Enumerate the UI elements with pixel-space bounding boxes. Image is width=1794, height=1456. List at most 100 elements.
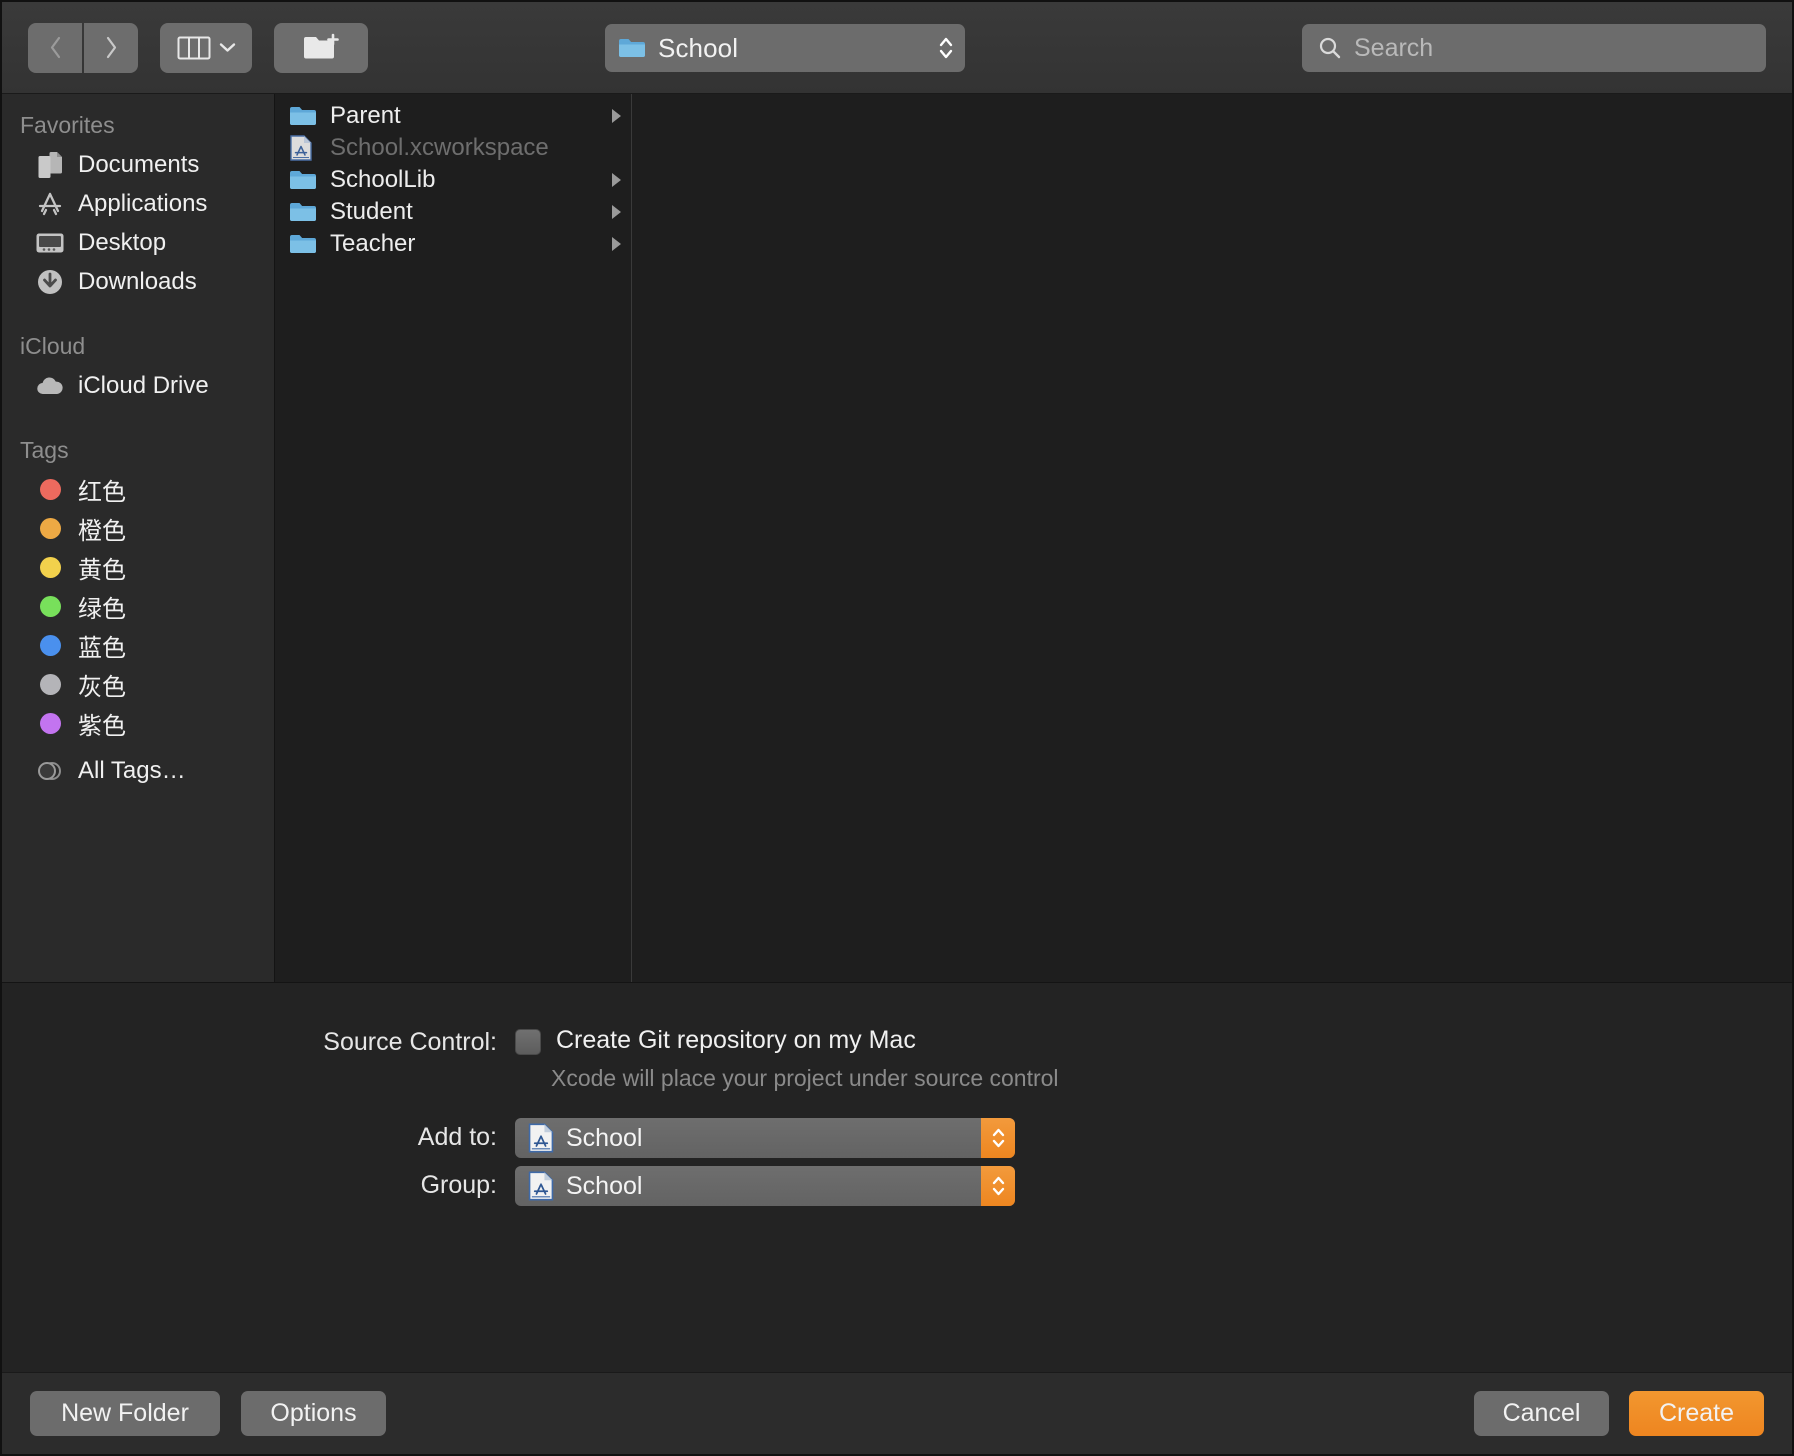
add-to-stepper[interactable]	[981, 1118, 1015, 1158]
bottom-button-bar: New Folder Options Cancel Create	[2, 1372, 1792, 1454]
tag-dot-icon	[34, 514, 66, 544]
sidebar-all-tags[interactable]: All Tags…	[2, 751, 274, 790]
icloud-drive-icon	[34, 371, 66, 401]
create-git-repository-checkbox[interactable]	[515, 1029, 541, 1055]
xcode-project-icon	[528, 1123, 554, 1153]
group-stepper[interactable]	[981, 1166, 1015, 1206]
stepper-chevrons-icon	[992, 1128, 1004, 1148]
accessory-panel: Source Control: Create Git repository on…	[2, 982, 1792, 1372]
stepper-chevrons-icon	[992, 1176, 1004, 1196]
search-field[interactable]: Search	[1302, 24, 1766, 72]
file-row-student[interactable]: Student	[275, 196, 631, 228]
sidebar-item-downloads[interactable]: Downloads	[2, 262, 274, 301]
group-value: School	[566, 1171, 643, 1200]
file-row-name: Teacher	[330, 230, 416, 257]
sidebar-tag-purple[interactable]: 紫色	[2, 704, 274, 743]
sidebar-item-label: iCloud Drive	[78, 371, 209, 399]
sidebar-all-tags-label: All Tags…	[78, 756, 186, 784]
sidebar-section-tags-title: Tags	[20, 437, 69, 463]
column-browser: Parent School.xcworkspace SchoolLib Stud…	[275, 94, 1792, 982]
options-button[interactable]: Options	[241, 1391, 386, 1436]
sidebar-tag-gray[interactable]: 灰色	[2, 665, 274, 704]
sidebar-tag-label: 紫色	[78, 713, 126, 740]
file-row-name: School.xcworkspace	[330, 134, 549, 161]
chevron-down-icon	[219, 43, 235, 52]
folder-icon	[289, 167, 319, 193]
sidebar-tag-label: 橙色	[78, 518, 126, 545]
save-panel-dialog: School Search Favorites Documents Applic…	[0, 0, 1794, 1456]
back-button[interactable]	[28, 22, 82, 73]
sidebar-tag-label: 蓝色	[78, 635, 126, 662]
sidebar-item-applications[interactable]: Applications	[2, 184, 274, 223]
chevron-left-icon	[50, 36, 60, 59]
source-control-hint: Xcode will place your project under sour…	[551, 1065, 1059, 1091]
add-to-row: Add to: School	[2, 1118, 1792, 1158]
sidebar-tag-blue[interactable]: 蓝色	[2, 626, 274, 665]
view-mode-button[interactable]	[160, 22, 252, 73]
file-row-name: Parent	[330, 102, 401, 129]
sidebar-tag-green[interactable]: 绿色	[2, 587, 274, 626]
add-to-popup-button[interactable]: School	[515, 1118, 1015, 1158]
file-row-schoollib[interactable]: SchoolLib	[275, 164, 631, 196]
cancel-button[interactable]: Cancel	[1474, 1391, 1609, 1436]
sidebar-item-desktop[interactable]: Desktop	[2, 223, 274, 262]
sidebar-tag-red[interactable]: 红色	[2, 470, 274, 509]
sidebar-item-label: Desktop	[78, 228, 167, 256]
forward-button[interactable]	[84, 22, 138, 73]
path-popup-button[interactable]: School	[605, 24, 965, 72]
sidebar-item-label: Documents	[78, 150, 200, 178]
new-folder-button[interactable]: New Folder	[30, 1391, 220, 1436]
all-tags-icon	[34, 756, 66, 786]
folder-icon	[619, 39, 645, 57]
source-control-label: Source Control:	[323, 1028, 497, 1056]
preview-column	[632, 94, 1792, 982]
downloads-icon	[34, 267, 66, 297]
folder-icon	[289, 231, 319, 257]
folder-icon	[289, 103, 319, 129]
sidebar-tag-orange[interactable]: 橙色	[2, 509, 274, 548]
group-popup-button[interactable]: School	[515, 1166, 1015, 1206]
tag-dot-icon	[34, 670, 66, 700]
group-label: Group:	[420, 1171, 497, 1199]
folder-icon	[289, 199, 319, 225]
path-popup-label: School	[658, 32, 739, 63]
file-row-name: Student	[330, 198, 413, 225]
source-control-row: Source Control: Create Git repository on…	[2, 1023, 1792, 1057]
toolbar: School Search	[2, 2, 1792, 94]
sidebar-tag-label: 红色	[78, 479, 126, 506]
sidebar-item-label: Downloads	[78, 267, 197, 295]
add-to-value: School	[566, 1123, 643, 1152]
sidebar-item-documents[interactable]: Documents	[2, 145, 274, 184]
file-row-teacher[interactable]: Teacher	[275, 228, 631, 260]
sidebar-item-icloud-drive[interactable]: iCloud Drive	[2, 366, 274, 405]
sidebar-tag-label: 绿色	[78, 596, 126, 623]
disclosure-arrow-icon	[612, 173, 621, 187]
documents-icon	[34, 150, 66, 180]
desktop-icon	[34, 228, 66, 258]
new-folder-toolbar-button[interactable]	[274, 22, 368, 73]
disclosure-arrow-icon	[612, 205, 621, 219]
sidebar: Favorites Documents Applications Desktop…	[2, 94, 275, 982]
group-row: Group: School	[2, 1166, 1792, 1206]
sidebar-item-label: Applications	[78, 189, 208, 217]
file-row-parent[interactable]: Parent	[275, 100, 631, 132]
chevron-right-icon	[106, 36, 116, 59]
search-placeholder: Search	[1354, 33, 1434, 62]
sidebar-section-icloud-title: iCloud	[20, 333, 86, 359]
tag-dot-icon	[34, 631, 66, 661]
file-row-school-xcworkspace: School.xcworkspace	[275, 132, 631, 164]
browser-area: Favorites Documents Applications Desktop…	[2, 94, 1792, 982]
search-icon	[1319, 37, 1341, 59]
tag-dot-icon	[34, 709, 66, 739]
sidebar-tag-label: 灰色	[78, 674, 126, 701]
sidebar-section-favorites-title: Favorites	[20, 112, 115, 138]
file-row-name: SchoolLib	[330, 166, 436, 193]
tag-dot-icon	[34, 592, 66, 622]
create-button[interactable]: Create	[1629, 1391, 1764, 1436]
file-column: Parent School.xcworkspace SchoolLib Stud…	[275, 94, 632, 982]
column-view-icon	[177, 36, 210, 59]
path-stepper-icon[interactable]	[937, 32, 955, 64]
xcode-workspace-icon	[289, 135, 319, 161]
create-git-repository-label: Create Git repository on my Mac	[556, 1026, 916, 1054]
sidebar-tag-yellow[interactable]: 黄色	[2, 548, 274, 587]
